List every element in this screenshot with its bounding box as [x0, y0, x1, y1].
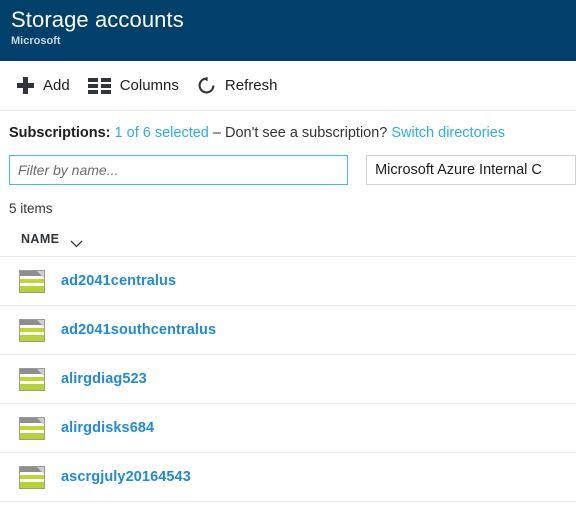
filter-row: Microsoft Azure Internal C — [0, 155, 576, 185]
page-subtitle: Microsoft — [11, 35, 61, 47]
page-title: Storage accounts — [11, 7, 184, 32]
storage-accounts-list: ad2041centralus ad2041southcentralus ali… — [0, 257, 576, 502]
storage-account-icon — [19, 318, 45, 342]
switch-directories-link[interactable]: Switch directories — [391, 125, 505, 141]
storage-account-icon — [19, 416, 45, 440]
filter-by-name-input[interactable] — [9, 155, 349, 185]
table-row[interactable]: alirgdisks684 — [0, 404, 576, 453]
table-row[interactable]: alirgdiag523 — [0, 355, 576, 404]
list-column-header[interactable]: NAME — [0, 216, 576, 257]
table-row[interactable]: ascrgjuly20164543 — [0, 453, 576, 502]
add-button[interactable]: Add — [8, 67, 79, 105]
storage-account-icon — [19, 465, 45, 489]
table-row[interactable]: ad2041southcentralus — [0, 306, 576, 355]
storage-account-name: ascrgjuly20164543 — [61, 469, 191, 485]
columns-button-label: Columns — [119, 77, 179, 94]
add-button-label: Add — [43, 77, 70, 94]
storage-account-name: alirgdisks684 — [61, 420, 155, 436]
storage-account-icon — [19, 367, 45, 391]
subscriptions-line: Subscriptions: 1 of 6 selected – Don't s… — [0, 111, 576, 143]
plus-icon — [17, 77, 34, 94]
subscription-select-value: Microsoft Azure Internal C — [375, 162, 542, 178]
storage-account-icon — [19, 269, 45, 293]
command-bar: Add Columns Refresh — [0, 61, 576, 111]
refresh-button-label: Refresh — [224, 77, 278, 94]
storage-account-name: ad2041southcentralus — [61, 322, 217, 338]
refresh-icon — [197, 76, 216, 95]
chevron-down-icon — [70, 235, 83, 248]
blade-header: Storage accounts Microsoft — [0, 0, 576, 61]
subscriptions-separator-text: – Don't see a subscription? — [212, 125, 392, 141]
subscriptions-selected-link[interactable]: 1 of 6 selected — [115, 125, 209, 141]
subscriptions-label: Subscriptions: — [9, 125, 111, 141]
columns-button[interactable]: Columns — [79, 67, 188, 105]
storage-account-name: ad2041centralus — [61, 273, 177, 289]
subscription-select[interactable]: Microsoft Azure Internal C — [366, 155, 576, 185]
items-count: 5 items — [9, 201, 53, 216]
storage-account-name: alirgdiag523 — [61, 371, 147, 387]
refresh-button[interactable]: Refresh — [188, 67, 287, 105]
columns-icon — [87, 77, 111, 94]
table-row[interactable]: ad2041centralus — [0, 257, 576, 306]
column-header-name: NAME — [21, 232, 60, 246]
